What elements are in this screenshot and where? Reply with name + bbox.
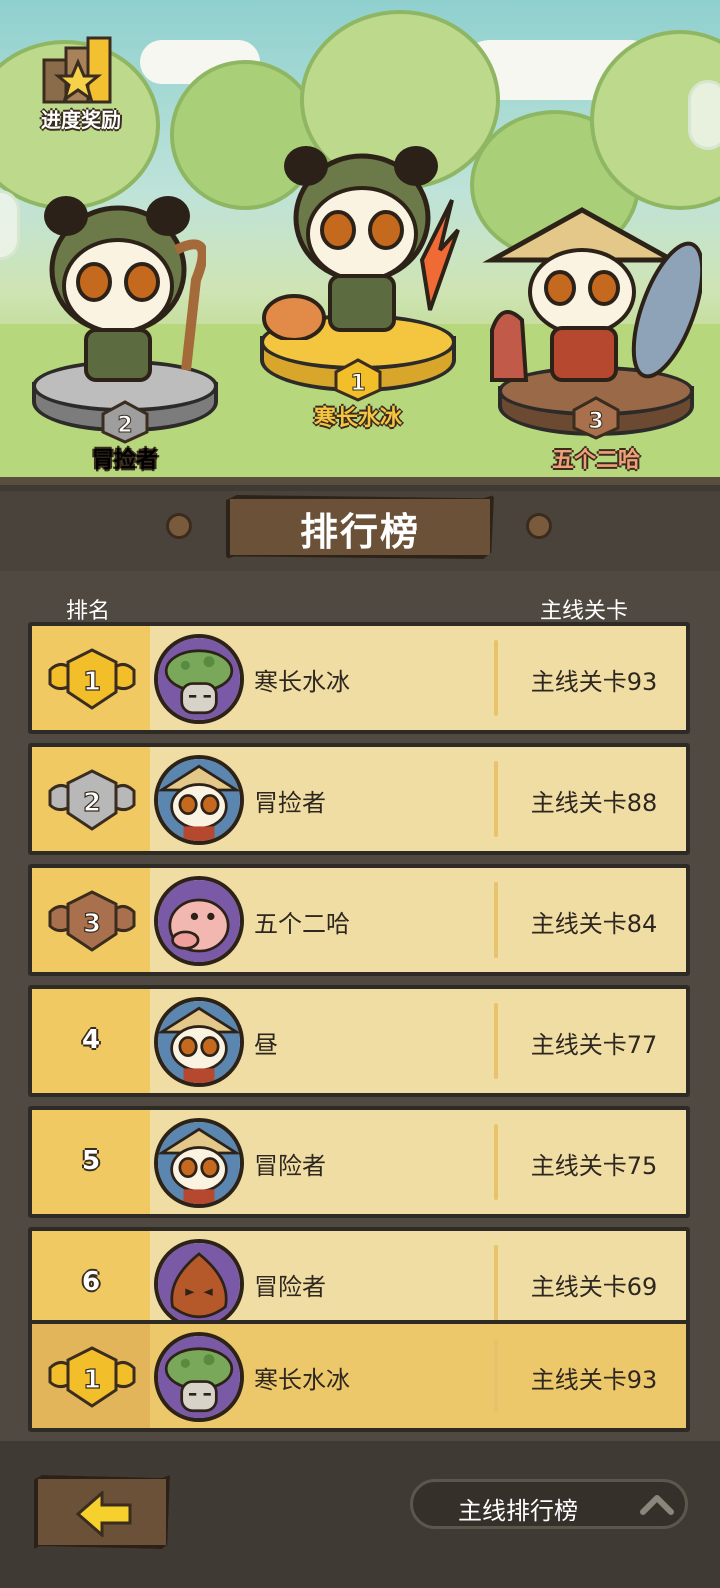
stage-progress: 主线关卡93 bbox=[530, 668, 658, 696]
leaderboard-row[interactable]: 2 冐捡者 主线关卡88 bbox=[28, 743, 690, 855]
stage-progress: 主线关卡88 bbox=[530, 789, 658, 817]
nail-icon bbox=[526, 513, 552, 539]
player-name: 冒险者 bbox=[254, 1152, 326, 1180]
my-rank-row[interactable]: 1 寒长水冰 主线关卡93 bbox=[28, 1320, 690, 1432]
pig-avatar[interactable] bbox=[154, 876, 244, 966]
panda-straw-hat-avatar[interactable] bbox=[154, 755, 244, 845]
rank-cell: 4 bbox=[32, 989, 150, 1093]
rank-number: 5 bbox=[81, 1146, 101, 1176]
rank-number: 4 bbox=[81, 1025, 101, 1055]
leaderboard-banner: 排行榜 bbox=[0, 491, 720, 571]
svg-text:2: 2 bbox=[117, 413, 132, 438]
column-divider bbox=[494, 1245, 498, 1321]
column-divider bbox=[494, 761, 498, 837]
progress-reward-button[interactable]: 进度奖励 bbox=[26, 34, 136, 132]
gold-medal-icon: 1 bbox=[334, 358, 382, 402]
silver-medal-icon: 2 bbox=[101, 400, 149, 444]
side-chat-button[interactable] bbox=[688, 80, 720, 150]
page-title: 排行榜 bbox=[299, 510, 420, 554]
svg-text:1: 1 bbox=[83, 1365, 101, 1395]
rank-cell: 3 bbox=[32, 868, 150, 972]
bronze-medal-icon: 3 bbox=[48, 890, 136, 952]
player-name: 冒险者 bbox=[254, 1273, 326, 1301]
leaderboard-row[interactable]: 1 寒长水冰 主线关卡93 bbox=[28, 622, 690, 734]
svg-text:2: 2 bbox=[83, 788, 101, 818]
stage-progress: 主线关卡84 bbox=[530, 910, 658, 938]
scene-rim bbox=[0, 477, 720, 485]
column-divider bbox=[494, 640, 498, 716]
leaderboard-row[interactable]: 4 昼 主线关卡77 bbox=[28, 985, 690, 1097]
podium-name-third: 五个二哈 bbox=[551, 448, 640, 473]
stage-progress: 主线关卡69 bbox=[530, 1273, 658, 1301]
arrow-left-icon bbox=[76, 1491, 132, 1537]
column-divider bbox=[494, 1124, 498, 1200]
trophy-star-icon bbox=[42, 36, 112, 104]
rank-cell: 2 bbox=[32, 747, 150, 851]
rank-number: 6 bbox=[81, 1267, 101, 1297]
player-name: 寒长水冰 bbox=[254, 668, 350, 696]
rank-cell: 5 bbox=[32, 1110, 150, 1214]
stage-progress: 主线关卡77 bbox=[530, 1031, 658, 1059]
chestnut-avatar[interactable] bbox=[154, 1239, 244, 1329]
svg-text:1: 1 bbox=[83, 667, 101, 697]
silver-medal-icon: 2 bbox=[48, 769, 136, 831]
rank-cell: 1 bbox=[32, 626, 150, 730]
side-arrow-button[interactable] bbox=[0, 190, 20, 260]
player-name: 寒长水冰 bbox=[254, 1366, 350, 1394]
column-header-stage: 主线关卡 bbox=[540, 599, 629, 624]
stage-progress: 主线关卡93 bbox=[530, 1366, 658, 1394]
svg-text:1: 1 bbox=[350, 371, 365, 396]
podium-scene: 进度奖励 2 冐捡者 1 寒长水冰 3 五个二哈 bbox=[0, 0, 720, 485]
footer-bar: 主线排行榜 bbox=[0, 1441, 720, 1588]
chevron-up-icon bbox=[640, 1495, 674, 1515]
column-divider bbox=[494, 882, 498, 958]
hero-third-avatar bbox=[482, 207, 702, 382]
mushroom-avatar[interactable] bbox=[154, 1332, 244, 1422]
gold-medal-icon: 1 bbox=[48, 648, 136, 710]
column-header-rank: 排名 bbox=[66, 599, 111, 624]
player-name: 冐捡者 bbox=[254, 789, 326, 817]
panda-straw-hat-avatar[interactable] bbox=[154, 997, 244, 1087]
bronze-medal-icon: 3 bbox=[572, 396, 620, 440]
svg-text:3: 3 bbox=[83, 909, 101, 939]
mushroom-avatar[interactable] bbox=[154, 634, 244, 724]
rank-cell: 1 bbox=[32, 1324, 150, 1428]
leaderboard-row[interactable]: 5 冒险者 主线关卡75 bbox=[28, 1106, 690, 1218]
player-name: 昼 bbox=[254, 1031, 278, 1059]
leaderboard-type-label: 主线排行榜 bbox=[458, 1497, 578, 1525]
nail-icon bbox=[166, 513, 192, 539]
hero-second-avatar bbox=[44, 196, 206, 382]
panda-straw-hat-avatar[interactable] bbox=[154, 1118, 244, 1208]
column-divider bbox=[494, 1003, 498, 1079]
column-divider bbox=[494, 1338, 498, 1414]
podium-name-second: 冐捡者 bbox=[91, 448, 158, 473]
leaderboard-row[interactable]: 3 五个二哈 主线关卡84 bbox=[28, 864, 690, 976]
hero-first-avatar bbox=[262, 146, 460, 340]
player-name: 五个二哈 bbox=[254, 910, 350, 938]
leaderboard-type-switch[interactable]: 主线排行榜 bbox=[410, 1479, 688, 1529]
back-button[interactable] bbox=[34, 1475, 170, 1549]
podium-name-first: 寒长水冰 bbox=[313, 406, 402, 431]
stage-progress: 主线关卡75 bbox=[530, 1152, 658, 1180]
svg-text:3: 3 bbox=[588, 409, 603, 434]
progress-reward-label: 进度奖励 bbox=[41, 108, 121, 132]
gold-medal-icon: 1 bbox=[48, 1346, 136, 1408]
